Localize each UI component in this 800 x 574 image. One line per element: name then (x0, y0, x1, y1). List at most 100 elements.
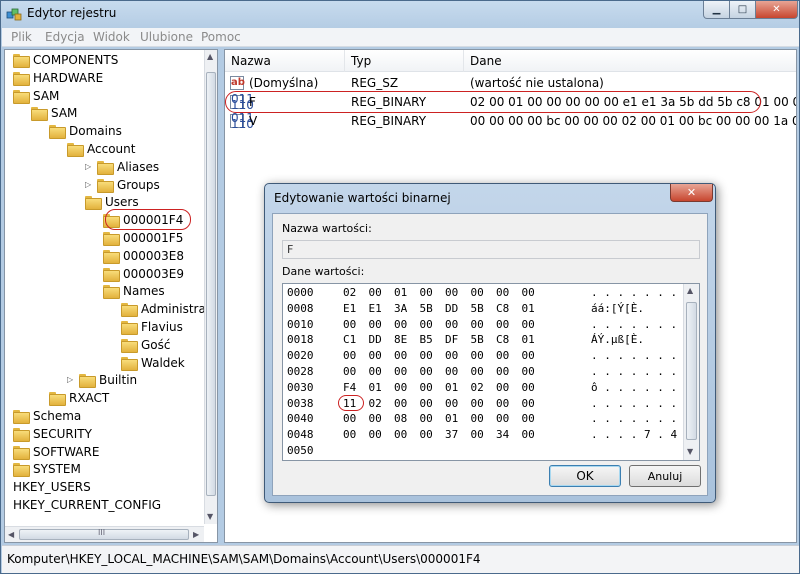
scroll-down-arrow-icon[interactable]: ▼ (207, 512, 213, 521)
hex-byte[interactable]: 00 (471, 412, 484, 425)
hex-byte[interactable]: DD (369, 333, 382, 346)
hex-byte[interactable]: 00 (445, 349, 458, 362)
hex-byte[interactable]: 00 (420, 428, 433, 441)
hex-byte[interactable]: 37 (445, 428, 458, 441)
hex-byte[interactable]: 00 (445, 318, 458, 331)
hex-byte[interactable]: 00 (369, 428, 382, 441)
hex-editor[interactable]: 0000 02 00 01 00 00 00 00 00. . . . . . . . 0008 E… (282, 283, 700, 461)
tree-item[interactable]: Waldek (121, 354, 185, 372)
hex-row[interactable]: 0000 02 00 01 00 00 00 00 00. . . . . . . . (283, 286, 690, 301)
scroll-left-arrow-icon[interactable]: ◀ (8, 530, 14, 539)
ok-button[interactable]: OK (549, 465, 621, 487)
hex-byte[interactable]: DD (445, 302, 458, 315)
hex-byte[interactable]: 5B (420, 302, 433, 315)
hex-byte[interactable]: 00 (420, 381, 433, 394)
hex-byte[interactable]: 01 (522, 333, 535, 346)
tree-item[interactable]: COMPONENTS (13, 51, 118, 69)
tree-item[interactable]: SOFTWARE (13, 443, 99, 461)
tree-item[interactable]: Names (103, 282, 165, 300)
tree-item[interactable]: Flavius (121, 318, 183, 336)
hex-vertical-scrollbar[interactable]: ▲ ▼ (683, 284, 699, 460)
expand-arrow-icon[interactable]: ▷ (67, 376, 75, 384)
cancel-button[interactable]: Anuluj (629, 465, 701, 487)
hex-byte[interactable]: 00 (420, 365, 433, 378)
menu-help[interactable]: Pomoc (201, 30, 241, 44)
hex-byte[interactable]: 01 (394, 286, 407, 299)
hex-byte[interactable]: 00 (496, 381, 509, 394)
hex-byte[interactable]: 00 (369, 365, 382, 378)
tree-item[interactable]: HKEY_USERS (13, 478, 91, 496)
hex-byte[interactable]: 00 (471, 349, 484, 362)
hex-byte[interactable]: 00 (522, 397, 535, 410)
hex-byte[interactable]: 00 (471, 428, 484, 441)
hex-byte[interactable]: 00 (394, 365, 407, 378)
hex-byte[interactable]: 00 (445, 286, 458, 299)
value-row[interactable]: 011 110 V REG_BINARY 00 00 00 00 bc 00 00 0… (225, 112, 796, 130)
scroll-up-arrow-icon[interactable]: ▲ (207, 52, 213, 61)
tree-item[interactable]: ▷ Aliases (85, 158, 159, 176)
tree-item[interactable]: Gość (121, 336, 171, 354)
hex-row[interactable]: 0050 (283, 444, 683, 459)
menu-file[interactable]: Plik (11, 30, 32, 44)
hex-byte[interactable]: 00 (471, 318, 484, 331)
hex-byte[interactable]: E1 (343, 302, 356, 315)
hex-byte[interactable]: C8 (496, 302, 509, 315)
hex-byte[interactable]: 00 (394, 349, 407, 362)
hex-byte[interactable]: 00 (369, 349, 382, 362)
hex-byte[interactable]: 00 (394, 428, 407, 441)
hex-byte[interactable]: 00 (522, 428, 535, 441)
tree-vertical-scroll-thumb[interactable] (206, 72, 216, 496)
tree-vertical-scrollbar[interactable]: ▲ ▼ (204, 50, 217, 524)
hex-vertical-scroll-thumb[interactable] (686, 302, 697, 440)
hex-byte[interactable]: 01 (369, 381, 382, 394)
scroll-right-arrow-icon[interactable]: ▶ (193, 530, 199, 539)
scroll-down-arrow-icon[interactable]: ▼ (687, 447, 693, 456)
hex-byte[interactable]: 00 (471, 365, 484, 378)
menu-edit[interactable]: Edycja (45, 30, 85, 44)
hex-byte[interactable]: 8E (394, 333, 407, 346)
hex-byte[interactable]: C8 (496, 333, 509, 346)
hex-byte[interactable]: B5 (420, 333, 433, 346)
column-header-name[interactable]: Nazwa (225, 50, 345, 72)
hex-byte[interactable]: 5B (471, 302, 484, 315)
scroll-up-arrow-icon[interactable]: ▲ (687, 286, 693, 295)
dialog-close-button[interactable]: ✕ (670, 184, 713, 202)
hex-byte[interactable]: 00 (343, 365, 356, 378)
hex-byte[interactable]: 00 (445, 365, 458, 378)
tree-horizontal-scrollbar[interactable]: ◀ III ▶ (5, 526, 204, 542)
tree-item[interactable]: HARDWARE (13, 69, 103, 87)
tree-item[interactable]: Administra (121, 300, 206, 318)
tree-item[interactable]: Account (67, 140, 135, 158)
menu-favorites[interactable]: Ulubione (140, 30, 193, 44)
tree-item[interactable]: Schema (13, 407, 81, 425)
tree-item[interactable]: RXACT (49, 389, 109, 407)
tree-item[interactable]: 000003E9 (103, 265, 184, 283)
hex-row[interactable]: 0010 00 00 00 00 00 00 00 00 . . . . . . . . (283, 318, 690, 333)
hex-byte[interactable]: 00 (471, 397, 484, 410)
tree-item[interactable]: 000003E8 (103, 247, 184, 265)
hex-byte[interactable]: 00 (343, 412, 356, 425)
hex-byte[interactable]: 00 (522, 286, 535, 299)
hex-byte[interactable]: 00 (496, 286, 509, 299)
hex-byte[interactable]: 08 (394, 412, 407, 425)
hex-byte[interactable]: 00 (420, 412, 433, 425)
hex-byte[interactable]: 00 (522, 412, 535, 425)
hex-byte[interactable]: E1 (369, 302, 382, 315)
hex-byte[interactable]: 00 (445, 397, 458, 410)
close-button[interactable]: ✕ (755, 1, 798, 19)
hex-byte[interactable]: 5B (471, 333, 484, 346)
hex-row[interactable]: 0030 F4 01 00 00 01 02 00 00 ô . . . . . . . (283, 381, 690, 396)
hex-byte[interactable]: 00 (343, 349, 356, 362)
hex-row[interactable]: 0040 00 00 08 00 01 00 00 00 . . . . . . . . (283, 412, 690, 427)
hex-byte[interactable]: 00 (496, 365, 509, 378)
hex-byte[interactable]: 00 (522, 365, 535, 378)
hex-byte[interactable]: 02 (471, 381, 484, 394)
hex-byte[interactable]: 00 (394, 381, 407, 394)
tree-item[interactable]: ▷ Groups (85, 176, 160, 194)
tree-item[interactable]: Domains (49, 122, 122, 140)
hex-byte[interactable]: 34 (496, 428, 509, 441)
tree-item[interactable]: SYSTEM (13, 460, 81, 478)
hex-byte[interactable]: 00 (420, 286, 433, 299)
hex-byte[interactable]: 00 (522, 349, 535, 362)
hex-byte[interactable]: F4 (343, 381, 356, 394)
